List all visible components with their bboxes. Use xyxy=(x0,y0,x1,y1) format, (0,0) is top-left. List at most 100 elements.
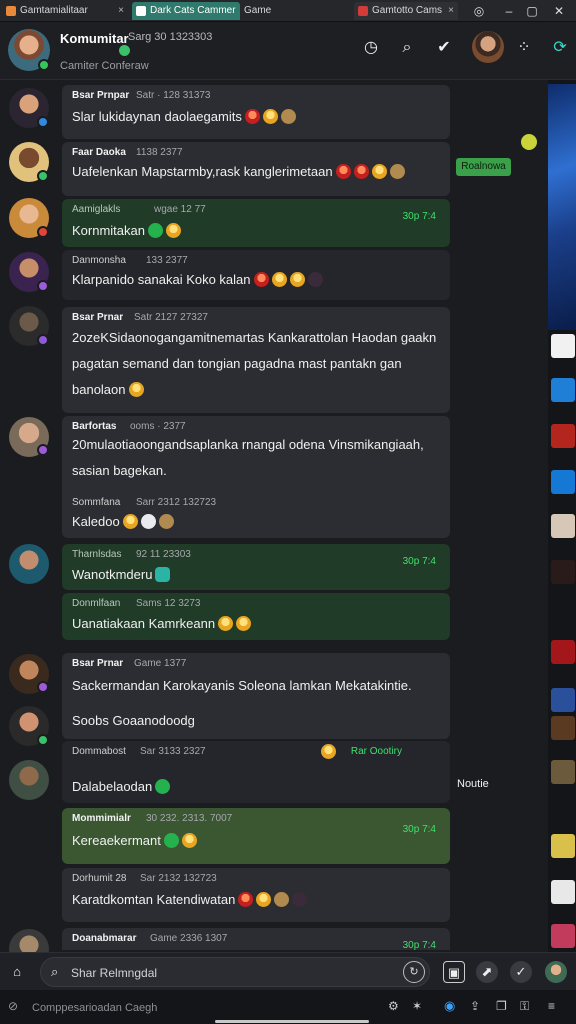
message-bubble[interactable]: Barfortas ooms · 2377 20mulaotiaoongands… xyxy=(62,416,450,538)
message-bubble[interactable]: Faar Daoka 1138 2377 Uafelenkan Mapstarm… xyxy=(62,142,450,196)
info-icon[interactable]: ◉ xyxy=(444,998,455,1014)
strip-app-icon[interactable] xyxy=(551,688,575,712)
attachment-icon[interactable]: ▣ xyxy=(443,961,465,983)
maximize-icon[interactable]: ▢ xyxy=(523,2,541,20)
emoji-icon xyxy=(122,514,138,529)
status-badge xyxy=(37,734,49,746)
emoji-icon xyxy=(244,109,260,124)
emoji-icon xyxy=(140,514,156,529)
chat-title: Komumitar xyxy=(60,31,129,46)
avatar[interactable] xyxy=(9,760,49,800)
tab-close-icon[interactable]: × xyxy=(118,2,124,20)
message-sender: Doanabmarar xyxy=(72,933,137,944)
side-banner-image[interactable] xyxy=(548,84,576,330)
browser-tab[interactable]: Gamtamialitaar × xyxy=(2,2,128,20)
message-bubble[interactable]: Bsar Prnar Satr 2127 27327 2ozeKSidaonog… xyxy=(62,307,450,413)
browser-profile-icon[interactable]: ◎ xyxy=(470,2,488,20)
browser-tab[interactable]: Gamtotto Cams × xyxy=(354,2,458,20)
emoji-icon xyxy=(128,382,144,397)
sticker-icon[interactable]: ⬈ xyxy=(476,961,498,983)
message-time: Sarr 2312 132723 xyxy=(136,497,217,508)
message-text: Kaledoo xyxy=(72,514,174,529)
chat-meta: Sarg 30 1323303 xyxy=(128,31,213,43)
refresh-icon[interactable]: ⟳ xyxy=(548,36,572,60)
strip-app-icon[interactable] xyxy=(551,640,575,664)
message-sender: Tharnlsdas xyxy=(72,549,122,560)
user-avatar[interactable] xyxy=(472,31,504,63)
menu-icon[interactable]: ≡ xyxy=(548,999,555,1013)
message-bubble[interactable]: Aamiglakls wgae 12 77 30p 7:4 Kornmitaka… xyxy=(62,199,450,247)
home-indicator[interactable] xyxy=(215,1020,369,1023)
message-bubble[interactable]: Dorhumit 28 Sar 2132 132723 Karatdkomtan… xyxy=(62,868,450,922)
profile-avatar-icon[interactable] xyxy=(545,961,567,983)
tab-close-icon[interactable]: × xyxy=(448,2,454,20)
strip-app-icon[interactable] xyxy=(551,514,575,538)
floating-tag[interactable]: Roalnowa xyxy=(456,158,511,176)
settings-icon[interactable]: ⚙ xyxy=(388,999,399,1013)
strip-app-icon[interactable] xyxy=(551,760,575,784)
voice-icon[interactable]: ↻ xyxy=(403,961,425,983)
message-text: 2ozeKSidaonogangamitnemartas Kankarattol… xyxy=(72,330,437,397)
message-bubble[interactable]: Mommimialr 30 232. 2313. 7007 30p 7:4 Ke… xyxy=(62,808,450,864)
message-tag: 30p 7:4 xyxy=(402,824,436,835)
apps-grid-icon[interactable]: ⁘ xyxy=(512,36,536,60)
emoji-icon xyxy=(165,223,181,238)
message-text: Soobs Goaanodoodg xyxy=(72,713,195,728)
online-status-icon xyxy=(38,59,50,71)
avatar[interactable] xyxy=(9,544,49,584)
strip-app-icon[interactable] xyxy=(551,560,575,584)
search-icon: ⌕ xyxy=(51,964,59,979)
status-text: Comppesarioadan Caegh xyxy=(32,1002,158,1014)
status-badge xyxy=(37,170,49,182)
strip-app-icon[interactable] xyxy=(551,334,575,358)
history-icon[interactable]: ◷ xyxy=(359,36,383,60)
message-bubble[interactable]: Doanabmarar Game 2336 1307 30p 7:4 xyxy=(62,928,450,951)
emoji-icon xyxy=(256,892,272,907)
emoji-icon xyxy=(353,164,369,179)
message-text: Karatdkomtan Katendiwatan xyxy=(72,892,308,907)
strip-app-icon[interactable] xyxy=(551,470,575,494)
message-text: Wanotkmderu xyxy=(72,567,171,582)
message-time: Sams 12 3273 xyxy=(136,598,201,609)
search-icon[interactable]: ⌕ xyxy=(395,36,419,60)
emoji-icon xyxy=(218,616,234,631)
message-input[interactable] xyxy=(71,964,401,982)
message-time: Game 1377 xyxy=(134,658,187,669)
home-icon[interactable]: ⌂ xyxy=(6,961,28,983)
compose-icon[interactable]: ⊘ xyxy=(8,999,18,1013)
bookmark-icon[interactable]: ❐ xyxy=(496,999,507,1013)
composer-bar: ⌂ ⌕ ↻ ▣ ⬈ ✓ xyxy=(0,952,576,990)
chat-subtitle: Camiter Conferaw xyxy=(60,60,149,72)
strip-app-icon[interactable] xyxy=(551,880,575,904)
message-bubble[interactable]: Bsar Prnar Game 1377 Sackermandan Karoka… xyxy=(62,653,450,739)
emoji-icon xyxy=(238,892,254,907)
message-bubble[interactable]: Bsar Prnpar Satr · 128 31373 Slar lukida… xyxy=(62,85,450,139)
verified-check-icon[interactable]: ✔ xyxy=(432,36,456,60)
strip-app-icon[interactable] xyxy=(551,834,575,858)
strip-app-icon[interactable] xyxy=(551,424,575,448)
emoji-picker-icon[interactable]: ✓ xyxy=(510,961,532,983)
strip-app-icon[interactable] xyxy=(551,378,575,402)
message-tag: 30p 7:4 xyxy=(402,211,436,222)
close-window-icon[interactable]: ✕ xyxy=(550,2,568,20)
message-sender: Barfortas xyxy=(72,421,117,432)
share-icon[interactable]: ⇪ xyxy=(470,999,480,1013)
message-bubble[interactable]: Dommabost Sar 3133 2327 Rar Oootiry Dala… xyxy=(62,741,450,803)
message-time: wgae 12 77 xyxy=(154,204,206,215)
status-badge xyxy=(37,681,49,693)
strip-app-icon[interactable] xyxy=(551,924,575,948)
browser-tab-active[interactable]: Dark Cats Cammer xyxy=(132,2,240,20)
emoji-icon xyxy=(181,833,197,848)
browser-tab[interactable]: Game xyxy=(244,2,284,20)
message-time: 133 2377 xyxy=(146,255,188,266)
message-bubble[interactable]: Tharnlsdas 92 11 23303 30p 7:4 Wanotkmde… xyxy=(62,544,450,590)
star-icon[interactable]: ✶ xyxy=(412,999,422,1013)
message-text: Dalabelaodan xyxy=(72,779,171,794)
message-bubble[interactable]: Donmlfaan Sams 12 3273 Uanatiakaan Kamrk… xyxy=(62,593,450,640)
message-time: Sar 3133 2327 xyxy=(140,746,206,757)
lock-icon[interactable]: ⚿ xyxy=(520,999,529,1014)
minimize-icon[interactable]: – xyxy=(500,2,518,20)
message-bubble[interactable]: Danmonsha 133 2377 Klarpanido sanakai Ko… xyxy=(62,250,450,300)
reaction-icon[interactable] xyxy=(521,134,537,150)
strip-app-icon[interactable] xyxy=(551,716,575,740)
